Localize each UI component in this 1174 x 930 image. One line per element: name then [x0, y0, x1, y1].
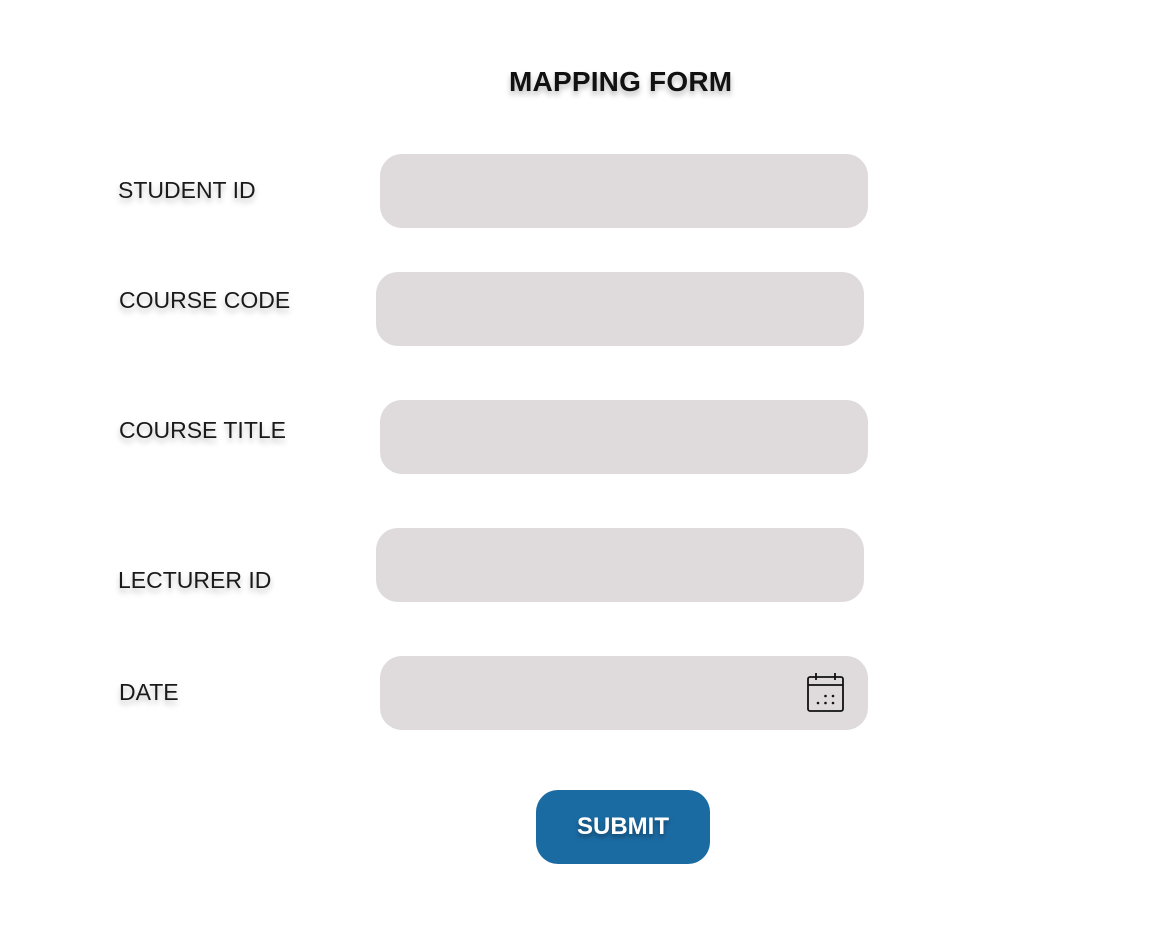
- mapping-form-page: MAPPING FORM STUDENT ID COURSE CODE COUR…: [0, 0, 1174, 930]
- course-code-label: COURSE CODE: [119, 287, 291, 313]
- date-input[interactable]: [380, 656, 868, 730]
- student-id-label: STUDENT ID: [118, 177, 256, 203]
- date-label: DATE: [119, 679, 179, 705]
- submit-button[interactable]: SUBMIT: [536, 790, 710, 864]
- course-title-input[interactable]: [380, 400, 868, 474]
- date-field-container: [380, 656, 868, 730]
- course-code-field-container: [376, 272, 864, 346]
- lecturer-id-input[interactable]: [376, 528, 864, 602]
- student-id-field-container: [380, 154, 868, 228]
- lecturer-id-label: LECTURER ID: [118, 567, 272, 593]
- course-title-label: COURSE TITLE: [119, 417, 286, 443]
- course-code-input[interactable]: [376, 272, 864, 346]
- form-title: MAPPING FORM: [509, 66, 733, 97]
- lecturer-id-field-container: [376, 528, 864, 602]
- student-id-input[interactable]: [380, 154, 868, 228]
- calendar-icon[interactable]: [806, 672, 846, 714]
- course-title-field-container: [380, 400, 868, 474]
